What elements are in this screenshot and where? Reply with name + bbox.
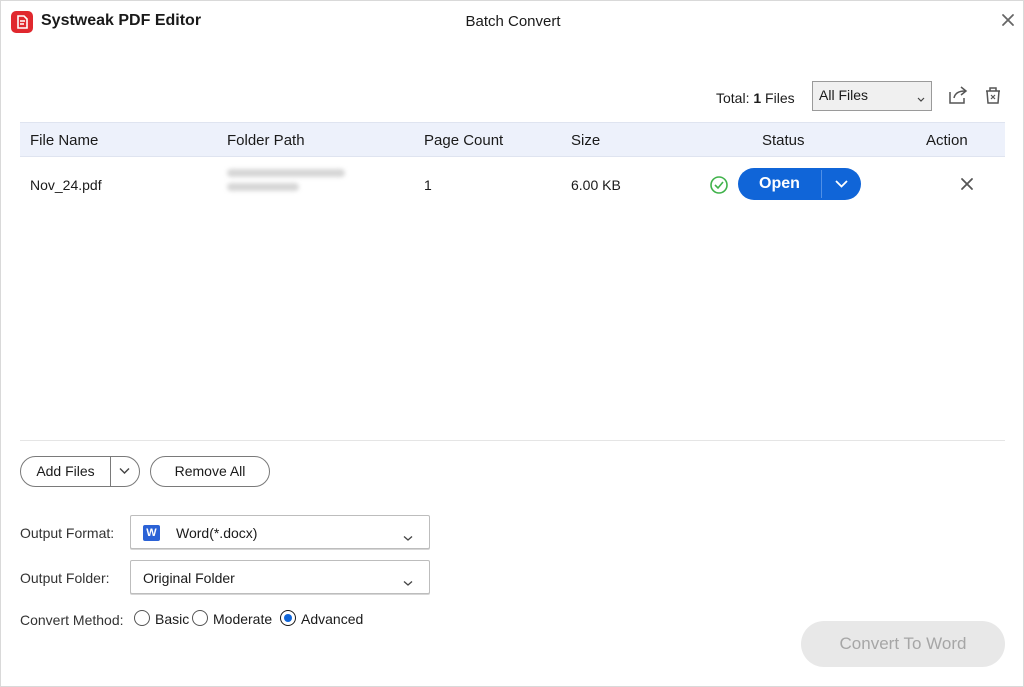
- size-cell: 6.00 KB: [571, 177, 621, 193]
- output-format-value: Word(*.docx): [176, 525, 258, 541]
- total-label: Total:: [716, 90, 750, 106]
- output-format-dropdown[interactable]: W Word(*.docx): [130, 515, 430, 549]
- output-folder-value: Original Folder: [143, 570, 235, 586]
- total-suffix: Files: [765, 90, 795, 106]
- open-button[interactable]: Open: [738, 168, 821, 200]
- remove-file-icon[interactable]: [959, 176, 975, 192]
- chevron-down-icon: [403, 574, 413, 590]
- table-row: Nov_24.pdf 1 6.00 KB Open: [20, 159, 1005, 211]
- column-size: Size: [571, 132, 601, 149]
- add-files-chevron-icon[interactable]: [111, 457, 139, 486]
- convert-to-word-button[interactable]: Convert To Word: [801, 621, 1005, 667]
- column-folder-path: Folder Path: [227, 132, 305, 149]
- chevron-down-icon: [403, 529, 413, 545]
- output-folder-label: Output Folder:: [20, 570, 110, 586]
- close-icon[interactable]: [997, 9, 1019, 31]
- total-files-count: Total: 1 Files: [716, 90, 795, 106]
- column-file-name: File Name: [30, 132, 99, 149]
- file-filter-value: All Files: [819, 87, 869, 103]
- table-header: File Name Folder Path Page Count Size St…: [20, 122, 1005, 157]
- dialog-title: Batch Convert: [465, 13, 561, 30]
- batch-convert-window: Systweak PDF Editor Batch Convert Total:…: [0, 0, 1024, 687]
- word-icon: W: [143, 525, 160, 541]
- remove-all-button[interactable]: Remove All: [150, 456, 270, 487]
- total-count: 1: [753, 90, 762, 106]
- open-split-button: Open: [738, 168, 861, 200]
- file-name-cell: Nov_24.pdf: [30, 177, 102, 193]
- output-format-label: Output Format:: [20, 525, 115, 541]
- add-files-split-button: Add Files: [20, 456, 140, 487]
- output-folder-dropdown[interactable]: Original Folder: [130, 560, 430, 594]
- share-export-icon[interactable]: [947, 84, 969, 106]
- convert-method-label: Convert Method:: [20, 612, 124, 628]
- column-action: Action: [926, 132, 968, 149]
- trash-icon[interactable]: [982, 84, 1004, 106]
- add-files-button[interactable]: Add Files: [21, 457, 110, 486]
- file-filter-dropdown[interactable]: All Files: [812, 81, 932, 111]
- open-options-chevron-icon[interactable]: [822, 168, 861, 200]
- folder-path-cell-blurred: [227, 169, 352, 199]
- radio-advanced-label: Advanced: [301, 611, 364, 627]
- radio-moderate[interactable]: [192, 610, 208, 626]
- radio-basic-label: Basic: [155, 611, 190, 627]
- radio-basic[interactable]: [134, 610, 150, 626]
- radio-moderate-label: Moderate: [213, 611, 273, 627]
- title-bar: Systweak PDF Editor Batch Convert: [1, 1, 1024, 43]
- divider: [20, 440, 1005, 441]
- radio-advanced[interactable]: [280, 610, 296, 626]
- success-check-icon: [709, 175, 729, 195]
- column-page-count: Page Count: [424, 132, 504, 149]
- list-toolbar: Total: 1 Files All Files: [1, 81, 1024, 111]
- chevron-down-icon: [917, 90, 925, 106]
- page-count-cell: 1: [424, 177, 432, 193]
- column-status: Status: [762, 132, 805, 149]
